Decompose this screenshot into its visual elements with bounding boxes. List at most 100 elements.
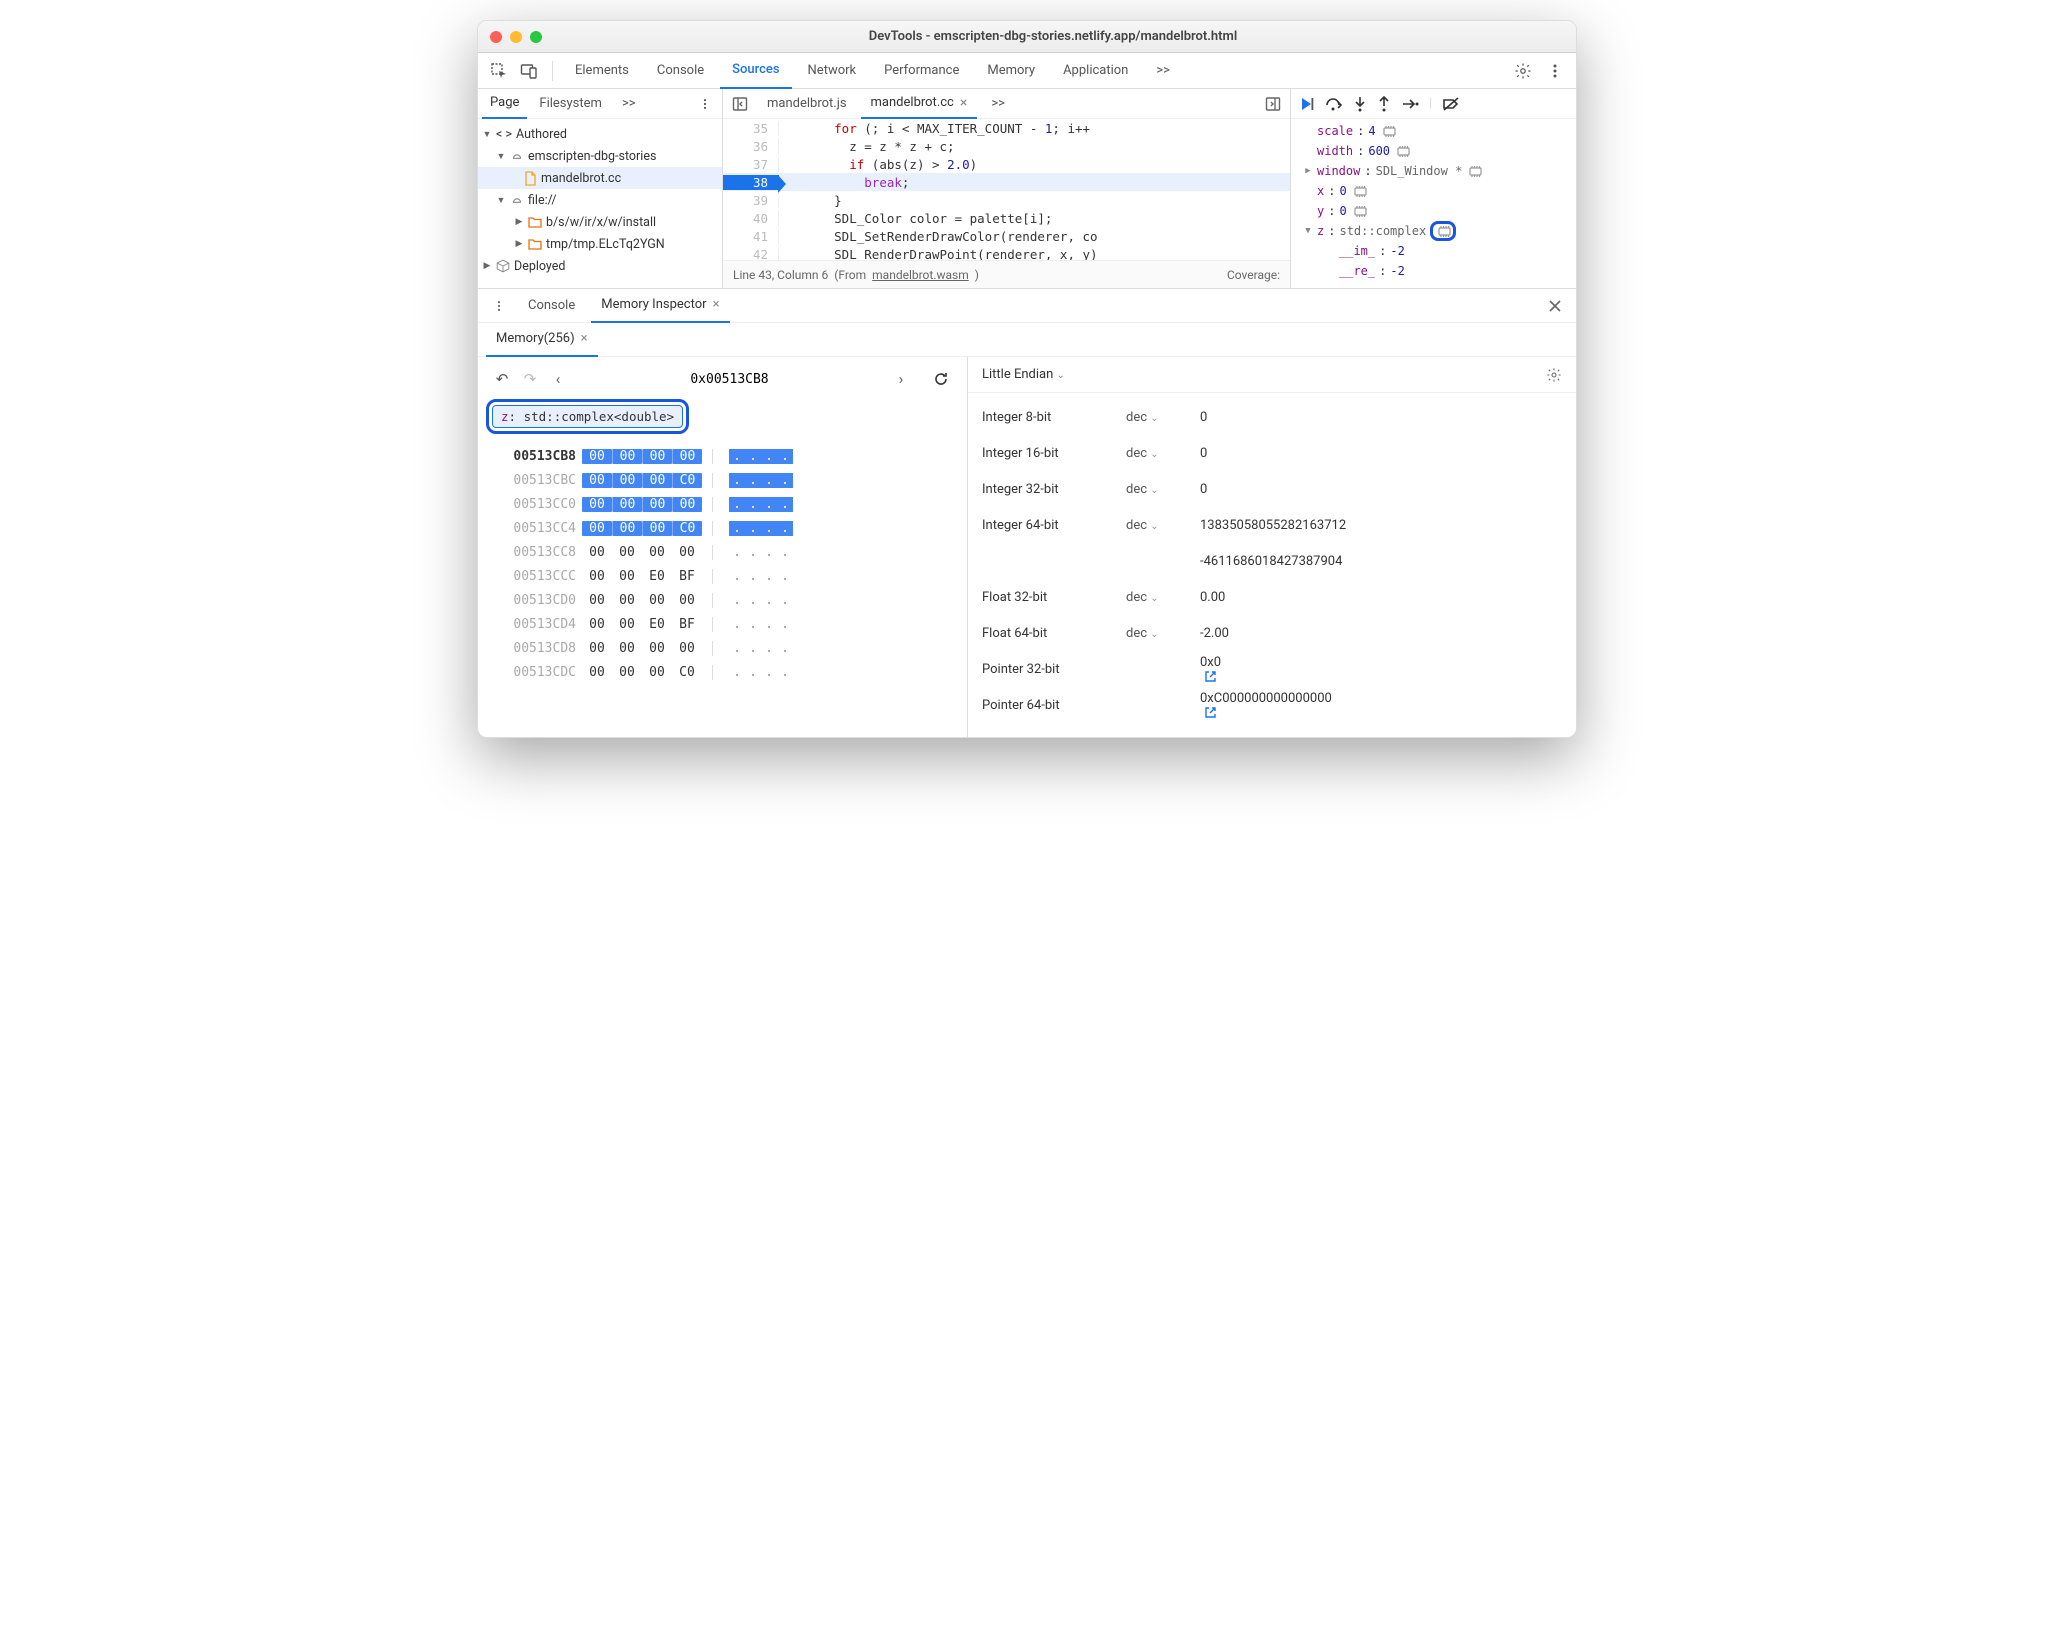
inspect-icon[interactable] xyxy=(486,58,512,84)
filesystem-tab[interactable]: Filesystem xyxy=(531,89,610,119)
code-line[interactable]: 36 z = z * z + c; xyxy=(723,137,1290,155)
object-highlight-chip[interactable]: z: std::complex<double> xyxy=(486,399,689,434)
device-toolbar-icon[interactable] xyxy=(516,58,542,84)
hex-row[interactable]: 00513CC4000000C0.... xyxy=(486,516,959,540)
value-format-select[interactable]: dec ⌄ xyxy=(1126,410,1186,425)
tree-file-scheme[interactable]: ▼file:// xyxy=(478,189,722,211)
reveal-in-memory-icon[interactable] xyxy=(1380,125,1396,137)
main-tab-elements[interactable]: Elements xyxy=(563,53,641,89)
undo-icon[interactable]: ↶ xyxy=(492,370,512,388)
page-tab[interactable]: Page xyxy=(482,89,527,119)
step-out-icon[interactable] xyxy=(1377,96,1391,112)
hex-row[interactable]: 00513CBC000000C0.... xyxy=(486,468,959,492)
resume-icon[interactable] xyxy=(1299,96,1315,112)
scope-variable[interactable]: y: 0 xyxy=(1297,201,1570,221)
value-format-select[interactable]: dec ⌄ xyxy=(1126,626,1186,641)
open-link-icon[interactable] xyxy=(1200,706,1562,719)
tree-deployed[interactable]: ▶Deployed xyxy=(478,255,722,277)
main-tab-sources[interactable]: Sources xyxy=(720,53,791,89)
scope-variable[interactable]: ▼z: std::complex xyxy=(1297,221,1570,241)
scope-variable[interactable]: width: 600 xyxy=(1297,141,1570,161)
drawer-console-tab[interactable]: Console xyxy=(518,289,585,323)
settings-icon[interactable] xyxy=(1510,58,1536,84)
hex-row[interactable]: 00513CCC0000E0BF.... xyxy=(486,564,959,588)
tree-folder-1[interactable]: ▶b/s/w/ir/x/w/install xyxy=(478,211,722,233)
hex-row[interactable]: 00513CD40000E0BF.... xyxy=(486,612,959,636)
step-icon[interactable] xyxy=(1401,97,1419,111)
editor-more-tabs[interactable]: >> xyxy=(981,89,1015,119)
titlebar: DevTools - emscripten-dbg-stories.netlif… xyxy=(478,21,1576,53)
value-format-select[interactable]: dec ⌄ xyxy=(1126,518,1186,533)
scope-variable[interactable]: __im_: -2 xyxy=(1297,241,1570,261)
scope-variable[interactable]: scale: 4 xyxy=(1297,121,1570,141)
address-forward-icon[interactable]: › xyxy=(891,370,911,388)
deactivate-breakpoints-icon[interactable] xyxy=(1442,97,1460,111)
value-format-select[interactable]: dec ⌄ xyxy=(1126,446,1186,461)
source-map-link[interactable]: mandelbrot.wasm xyxy=(872,268,969,282)
close-tab-icon[interactable]: × xyxy=(960,95,967,111)
value-format-select[interactable]: dec ⌄ xyxy=(1126,590,1186,605)
close-window-button[interactable] xyxy=(490,31,502,43)
value-type: Integer 16-bit xyxy=(982,446,1112,461)
main-tab-console[interactable]: Console xyxy=(645,53,716,89)
refresh-icon[interactable] xyxy=(933,371,953,387)
hex-row[interactable]: 00513CB800000000.... xyxy=(486,444,959,468)
address-back-icon[interactable]: ‹ xyxy=(548,370,568,388)
hex-row[interactable]: 00513CC000000000.... xyxy=(486,492,959,516)
drawer-memory-inspector-tab[interactable]: Memory Inspector× xyxy=(591,289,729,323)
minimize-window-button[interactable] xyxy=(510,31,522,43)
scope-variable[interactable]: __re_: -2 xyxy=(1297,261,1570,281)
open-link-icon[interactable] xyxy=(1200,670,1562,683)
code-line[interactable]: 41 SDL_SetRenderDrawColor(renderer, co xyxy=(723,227,1290,245)
more-tabs-button[interactable]: >> xyxy=(1144,53,1182,89)
value-type: Integer 8-bit xyxy=(982,410,1112,425)
editor-tab-cc[interactable]: mandelbrot.cc× xyxy=(861,89,978,119)
side-kebab-icon[interactable] xyxy=(692,91,718,117)
hex-row[interactable]: 00513CD800000000.... xyxy=(486,636,959,660)
kebab-menu-icon[interactable] xyxy=(1542,58,1568,84)
reveal-in-memory-icon[interactable] xyxy=(1430,221,1456,241)
editor-tab-js[interactable]: mandelbrot.js xyxy=(757,89,857,119)
endianness-select[interactable]: Little Endian ⌄ xyxy=(982,367,1065,382)
toggle-debugger-icon[interactable] xyxy=(1260,91,1286,117)
step-into-icon[interactable] xyxy=(1353,96,1367,112)
main-tab-application[interactable]: Application xyxy=(1051,53,1140,89)
main-tab-network[interactable]: Network xyxy=(796,53,869,89)
code-line[interactable]: 39 } xyxy=(723,191,1290,209)
step-over-icon[interactable] xyxy=(1325,96,1343,112)
tree-file-mandelbrot[interactable]: mandelbrot.cc xyxy=(478,167,722,189)
reveal-in-memory-icon[interactable] xyxy=(1466,165,1482,177)
reveal-in-memory-icon[interactable] xyxy=(1394,145,1410,157)
redo-icon[interactable]: ↷ xyxy=(520,370,540,388)
tree-folder-2[interactable]: ▶tmp/tmp.ELcTq2YGN xyxy=(478,233,722,255)
close-drawer-icon[interactable] xyxy=(1542,293,1568,319)
code-line[interactable]: 40 SDL_Color color = palette[i]; xyxy=(723,209,1290,227)
memory-buffer-tab[interactable]: Memory(256)× xyxy=(486,323,598,357)
main-tab-memory[interactable]: Memory xyxy=(975,53,1047,89)
reveal-in-memory-icon[interactable] xyxy=(1351,185,1367,197)
close-drawer-tab-icon[interactable]: × xyxy=(713,297,720,312)
code-line[interactable]: 38 break; xyxy=(723,173,1290,191)
tree-repo[interactable]: ▼emscripten-dbg-stories xyxy=(478,145,722,167)
more-side-tabs[interactable]: >> xyxy=(614,89,644,119)
code-line[interactable]: 35 for (; i < MAX_ITER_COUNT - 1; i++ xyxy=(723,119,1290,137)
hex-row[interactable]: 00513CD000000000.... xyxy=(486,588,959,612)
toggle-navigator-icon[interactable] xyxy=(727,91,753,117)
code-area[interactable]: 35 for (; i < MAX_ITER_COUNT - 1; i++36 … xyxy=(723,119,1290,260)
drawer-kebab-icon[interactable] xyxy=(486,293,512,319)
scope-variable[interactable]: x: 0 xyxy=(1297,181,1570,201)
main-tab-performance[interactable]: Performance xyxy=(872,53,971,89)
maximize-window-button[interactable] xyxy=(530,31,542,43)
value-format-select[interactable]: dec ⌄ xyxy=(1126,482,1186,497)
hex-table[interactable]: 00513CB800000000....00513CBC000000C0....… xyxy=(486,444,959,684)
code-line[interactable]: 42 SDL_RenderDrawPoint(renderer, x, y) xyxy=(723,245,1290,260)
hex-row[interactable]: 00513CC800000000.... xyxy=(486,540,959,564)
scope-variable[interactable]: ▶window: SDL_Window * xyxy=(1297,161,1570,181)
tree-authored[interactable]: ▼< >Authored xyxy=(478,123,722,145)
value-settings-icon[interactable] xyxy=(1546,367,1562,383)
code-line[interactable]: 37 if (abs(z) > 2.0) xyxy=(723,155,1290,173)
reveal-in-memory-icon[interactable] xyxy=(1351,205,1367,217)
close-buffer-tab-icon[interactable]: × xyxy=(581,331,588,346)
address-input[interactable] xyxy=(576,367,883,391)
hex-row[interactable]: 00513CDC000000C0.... xyxy=(486,660,959,684)
